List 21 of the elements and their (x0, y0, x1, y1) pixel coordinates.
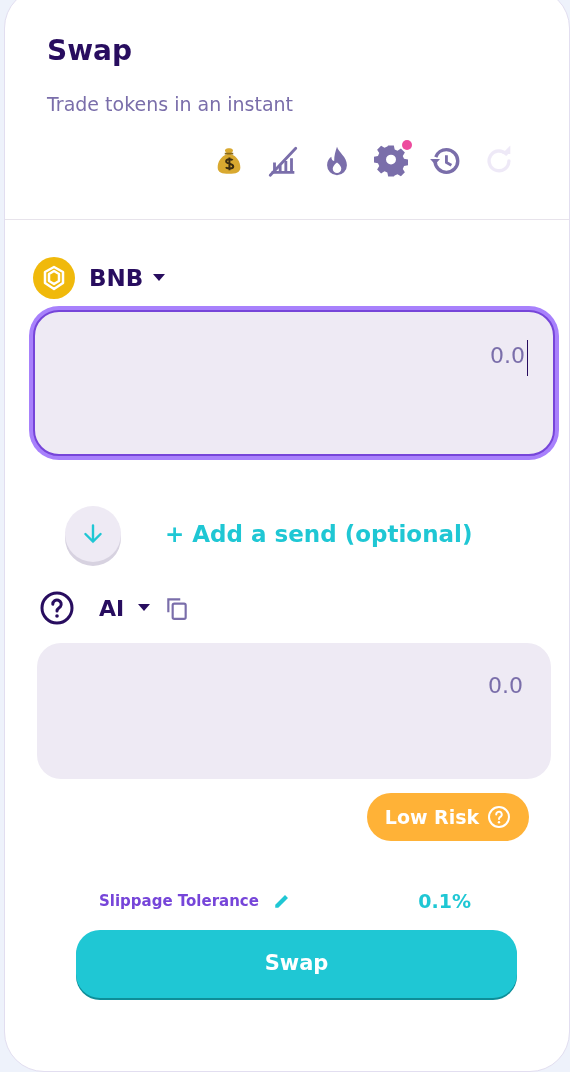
slippage-label: Slippage Tolerance (99, 890, 259, 912)
help-icon (39, 590, 75, 626)
risk-label: Low Risk (384, 804, 480, 830)
amount-field[interactable]: 0.0 (33, 310, 555, 456)
text-cursor (527, 340, 528, 376)
card-subtitle: Trade tokens in an instant (47, 92, 295, 117)
slippage-value: 0.1% (418, 888, 471, 914)
caret-icon (153, 274, 166, 282)
token-selector[interactable]: AI (99, 591, 151, 625)
swap-button[interactable]: Swap (76, 930, 517, 998)
add-send-link[interactable]: + Add a send (optional) (165, 516, 473, 552)
help-icon (487, 805, 512, 829)
caret-icon (138, 604, 151, 612)
coin-icon (33, 257, 75, 299)
switch-direction-button[interactable] (65, 506, 121, 562)
chart-off-icon[interactable] (266, 144, 300, 178)
token-selector[interactable]: BNB (89, 260, 166, 296)
risk-badge[interactable]: Low Risk (367, 793, 529, 841)
settings-icon[interactable] (374, 144, 408, 178)
card-title: Swap (47, 33, 133, 69)
amount-field[interactable]: 0.0 (37, 643, 551, 779)
